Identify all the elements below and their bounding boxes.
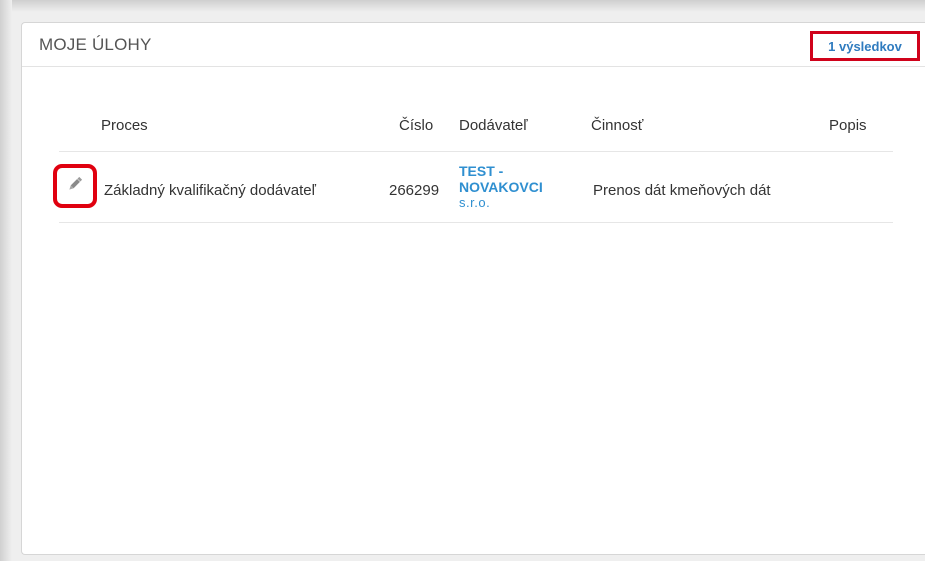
column-header-supplier[interactable]: Dodávateľ (459, 117, 528, 134)
panel-header: MOJE ÚLOHY 1 výsledkov (22, 23, 925, 67)
column-header-number[interactable]: Číslo (399, 117, 433, 134)
pencil-icon (66, 175, 84, 198)
supplier-line-2: NOVAKOVCI (459, 179, 543, 195)
supplier-link[interactable]: TEST - NOVAKOVCI s.r.o. (459, 163, 569, 211)
header-divider (59, 151, 893, 152)
column-header-process[interactable]: Proces (101, 117, 148, 134)
my-tasks-panel: MOJE ÚLOHY 1 výsledkov Proces Číslo Dodá… (21, 22, 925, 555)
app-frame: MOJE ÚLOHY 1 výsledkov Proces Číslo Dodá… (0, 0, 925, 561)
frame-left-shadow (0, 0, 12, 561)
supplier-line-3: s.r.o. (459, 195, 491, 210)
column-header-description[interactable]: Popis (829, 117, 867, 134)
supplier-line-1: TEST - (459, 163, 504, 179)
panel-title: MOJE ÚLOHY (39, 35, 152, 54)
results-count-link[interactable]: 1 výsledkov (810, 31, 920, 61)
number-cell: 266299 (389, 182, 440, 199)
activity-cell: Prenos dát kmeňových dát (593, 182, 771, 199)
edit-task-button[interactable] (53, 164, 97, 208)
column-header-activity[interactable]: Činnosť (591, 117, 643, 134)
frame-top-shadow (0, 0, 925, 12)
process-cell: Základný kvalifikačný dodávateľ (104, 182, 316, 199)
row-divider (59, 222, 893, 223)
